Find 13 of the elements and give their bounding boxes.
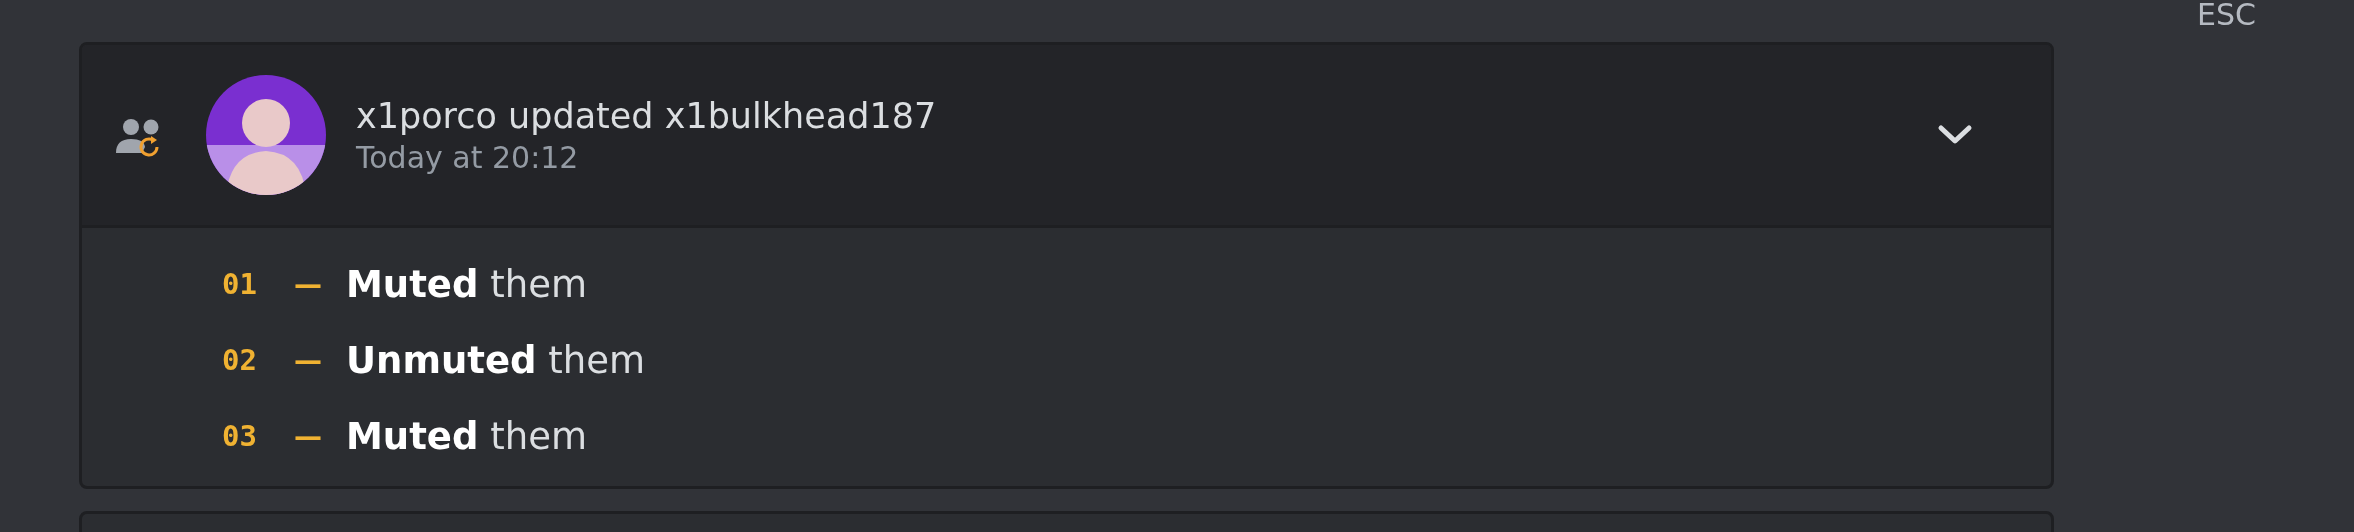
change-text: Muted them <box>346 262 587 306</box>
change-text: Unmuted them <box>346 338 646 382</box>
chevron-icon <box>1937 124 1973 146</box>
change-dash: — <box>294 343 323 377</box>
change-number: 01 <box>222 267 258 301</box>
timestamp: Today at 20:12 <box>356 139 580 175</box>
entry-title: x1porco updated x1bulkhead187 <box>356 95 938 136</box>
change-dash: — <box>294 267 323 301</box>
esc-label: ESC <box>2197 0 2256 30</box>
change-number: 02 <box>222 343 258 377</box>
change-dash: — <box>294 419 323 453</box>
change-text: Muted them <box>346 414 587 458</box>
change-number: 03 <box>222 419 258 453</box>
